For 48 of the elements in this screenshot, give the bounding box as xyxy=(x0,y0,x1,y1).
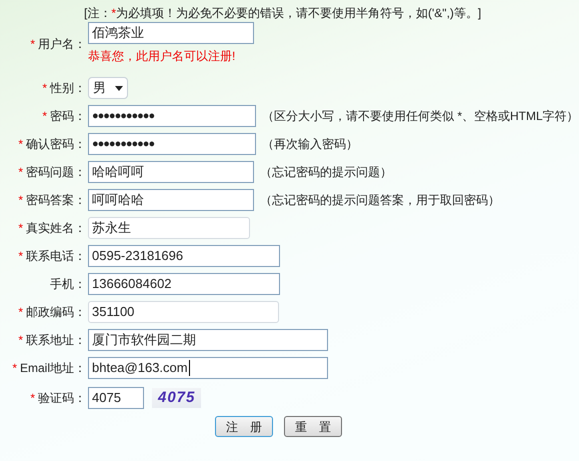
required-mark: * xyxy=(18,332,23,349)
field-label: 确认密码： xyxy=(26,136,86,153)
input-field[interactable]: 13666084602 xyxy=(88,273,280,295)
field-label: 邮政编码： xyxy=(26,304,86,321)
gender-select[interactable]: 男 xyxy=(88,77,128,99)
required-mark: * xyxy=(30,36,35,53)
input-field[interactable]: 厦门市软件园二期 xyxy=(88,329,328,351)
field-label: 密码问题： xyxy=(26,164,86,181)
input-field[interactable]: 0595-23181696 xyxy=(88,245,280,267)
required-mark: * xyxy=(18,304,23,321)
field-hint: （忘记密码的提示问题） xyxy=(260,164,392,181)
password-field[interactable]: ●●●●●●●●●●● xyxy=(88,133,256,155)
field-label: 用户名： xyxy=(38,36,86,53)
input-field[interactable]: 呵呵哈哈 xyxy=(88,189,254,211)
register-button[interactable]: 注 册 xyxy=(215,416,273,437)
field-label: 密码答案： xyxy=(26,192,86,209)
success-message: 恭喜您，此用户名可以注册! xyxy=(88,48,236,65)
field-hint: （忘记密码的提示问题答案，用于取回密码） xyxy=(260,192,500,209)
field-label: 密码： xyxy=(50,108,86,125)
input-field[interactable]: 苏永生 xyxy=(88,217,250,239)
form-note: [注：*为必填项！为必免不必要的错误，请不要使用半角符号，如('&",)等。] xyxy=(83,5,482,22)
field-hint: （区分大小写，请不要使用任何类似 *、空格或HTML字符） xyxy=(262,108,579,125)
input-field[interactable]: 佰鸿茶业 xyxy=(88,22,254,44)
required-mark: * xyxy=(30,390,35,407)
required-mark: * xyxy=(18,136,23,153)
password-field[interactable]: ●●●●●●●●●●● xyxy=(88,105,256,127)
required-mark: * xyxy=(12,360,17,377)
field-label: 真实姓名： xyxy=(26,220,86,237)
field-label: 验证码： xyxy=(38,390,86,407)
required-mark: * xyxy=(18,164,23,181)
field-label: 性别： xyxy=(50,80,86,97)
field-label: 联系电话： xyxy=(26,248,86,265)
required-mark: * xyxy=(18,220,23,237)
required-mark: * xyxy=(42,80,47,97)
input-field[interactable]: 哈哈呵呵 xyxy=(88,161,254,183)
field-label: Email地址： xyxy=(20,360,86,377)
caret-icon xyxy=(115,86,123,90)
input-field[interactable]: 4075 xyxy=(88,387,144,409)
required-mark: * xyxy=(18,192,23,209)
captcha-image: 4075 xyxy=(152,388,202,408)
required-mark: * xyxy=(42,108,47,125)
field-hint: （再次输入密码） xyxy=(262,136,358,153)
field-label: 手机： xyxy=(50,276,86,293)
input-field[interactable]: 351100 xyxy=(88,301,279,323)
reset-button[interactable]: 重 置 xyxy=(284,416,342,437)
field-label: 联系地址： xyxy=(26,332,86,349)
required-mark: * xyxy=(18,248,23,265)
input-field[interactable]: bhtea@163.com xyxy=(88,357,328,379)
